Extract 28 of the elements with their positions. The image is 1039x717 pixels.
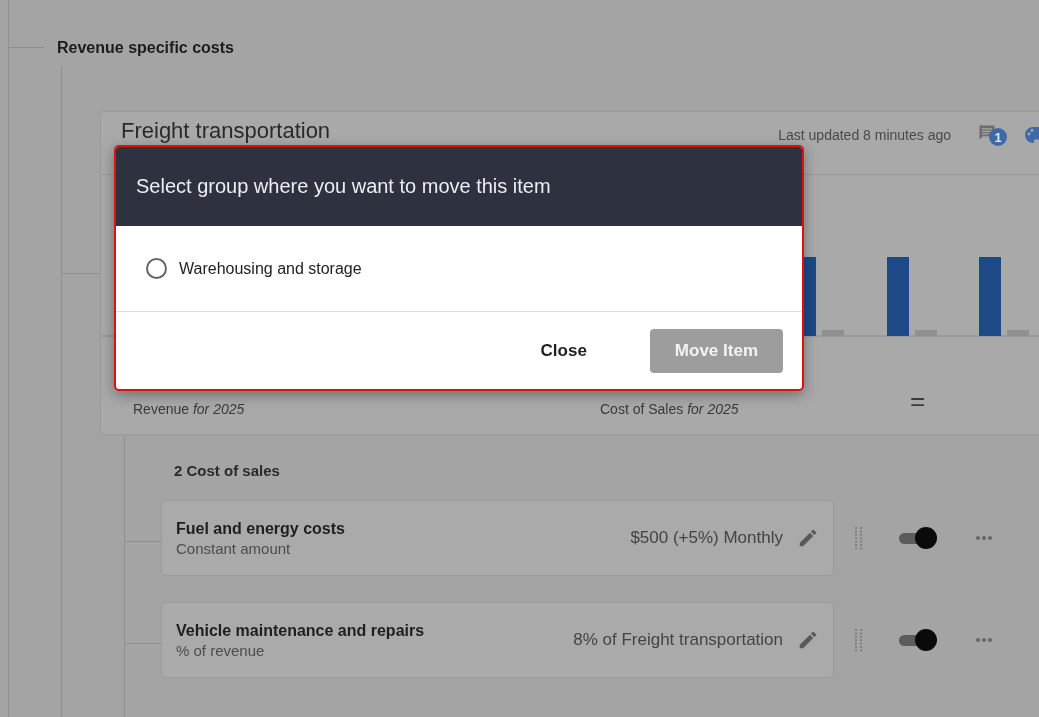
item-type: Constant amount xyxy=(176,539,292,557)
metric-label: Revenue for 2025 xyxy=(133,401,246,417)
item-name: Fuel and energy costs xyxy=(176,519,346,538)
item-value: $500 (+5%) Monthly xyxy=(630,528,783,548)
palette-icon[interactable] xyxy=(1023,125,1039,145)
item-type: % of revenue xyxy=(176,641,266,659)
group-title: 2 Cost of sales xyxy=(174,462,280,479)
last-updated-text: Last updated 8 minutes ago xyxy=(778,127,951,143)
item-name: Vehicle maintenance and repairs xyxy=(176,621,426,640)
equals-sign: = xyxy=(910,391,927,417)
metric-label: Cost of Sales for 2025 xyxy=(600,401,740,417)
item-value: 8% of Freight transportation xyxy=(573,630,783,650)
section-title: Revenue specific costs xyxy=(57,39,234,57)
pencil-icon[interactable] xyxy=(797,629,819,651)
more-icon[interactable] xyxy=(975,535,993,541)
cost-item-card[interactable]: Fuel and energy costs Constant amount $500 (+5%) Monthly xyxy=(161,500,834,576)
group-option[interactable]: Warehousing and storage xyxy=(146,258,362,279)
card-title: Freight transportation xyxy=(121,119,332,143)
cost-item-card[interactable]: Vehicle maintenance and repairs % of revenue 8% of Freight transportation xyxy=(161,602,834,678)
toggle-switch[interactable] xyxy=(897,628,939,652)
pencil-icon[interactable] xyxy=(797,527,819,549)
dialog-title: Select group where you want to move this item xyxy=(136,175,551,198)
drag-handle-icon[interactable] xyxy=(854,628,864,652)
drag-handle-icon[interactable] xyxy=(854,526,864,550)
toggle-switch[interactable] xyxy=(897,526,939,550)
comment-count-badge: 1 xyxy=(989,128,1007,146)
more-icon[interactable] xyxy=(975,637,993,643)
close-button[interactable]: Close xyxy=(515,328,612,373)
